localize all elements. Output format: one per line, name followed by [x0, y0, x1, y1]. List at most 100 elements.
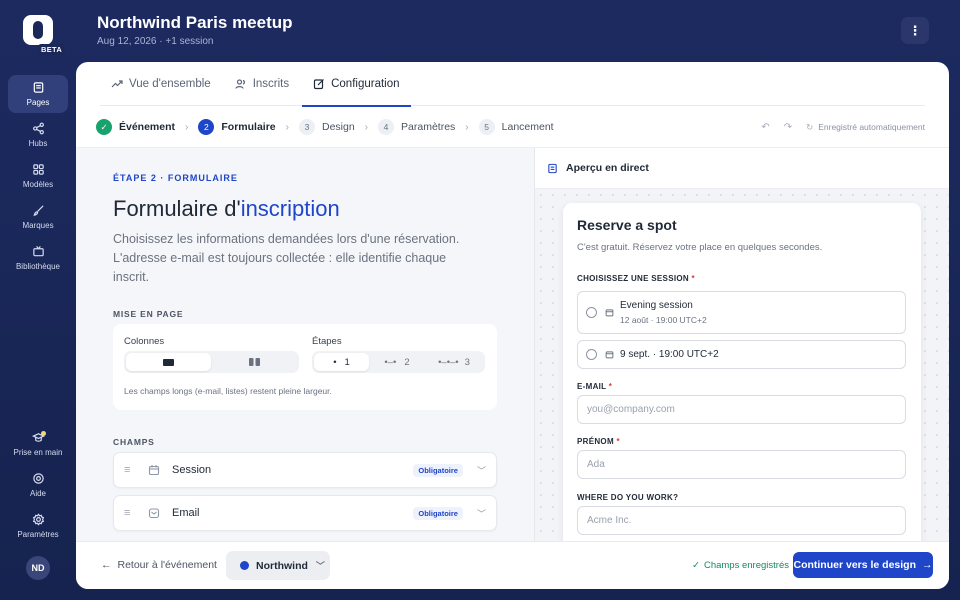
arrow-right-icon: → — [922, 559, 933, 571]
continue-to-design-button[interactable]: Continuer vers le design → — [793, 552, 933, 578]
sidebar-item-aide[interactable]: Aide — [8, 466, 68, 504]
help-icon — [32, 473, 44, 484]
step-eyebrow: ÉTAPE 2 · FORMULAIRE — [113, 173, 238, 183]
columns-toggle — [124, 351, 299, 373]
sidebar-item-bibliotheque[interactable]: Bibliothèque — [8, 239, 68, 277]
page-title: Northwind Paris meetup — [97, 13, 293, 32]
tab-configuration[interactable]: Configuration — [302, 62, 411, 107]
step-number: 2 — [198, 119, 215, 135]
required-asterisk: * — [616, 437, 620, 446]
live-preview-panel: Aperçu en direct Reserve a spot C'est gr… — [535, 148, 949, 541]
pages-icon — [33, 82, 43, 93]
sidebar-item-hubs[interactable]: Hubs — [8, 116, 68, 154]
more-vertical-icon: ⋮ — [908, 22, 922, 38]
refresh-icon: ↻ — [806, 121, 814, 132]
footer-bar: ← Retour à l'événement Northwind ﹀ ✓ Champ… — [76, 541, 949, 589]
saved-label: Champs enregistrés — [703, 560, 789, 571]
back-to-event-link[interactable]: ← Retour à l'événement — [101, 559, 217, 571]
steps-option-label: 2 — [404, 356, 410, 368]
editor-heading: Formulaire d'inscription — [113, 196, 340, 222]
steps-option-3[interactable]: •‒•‒• 3 — [425, 353, 483, 371]
label-text: CHOISISSEZ UNE SESSION — [577, 274, 689, 283]
preview-header: Aperçu en direct — [535, 148, 949, 189]
sidebar-item-label: Hubs — [28, 139, 48, 148]
sidebar-item-pages[interactable]: Pages — [8, 75, 68, 113]
steps-toggle: • 1 •‒• 2 •‒•‒• 3 — [312, 351, 485, 373]
editor-description: Choisissez les informations demandées lo… — [113, 232, 460, 284]
first-name-input[interactable]: Ada — [577, 450, 906, 479]
email-field-label: E-MAIL * — [577, 382, 612, 391]
step-parametres[interactable]: 4 Paramètres — [378, 119, 455, 135]
tv-icon — [32, 246, 44, 257]
field-row-session[interactable]: ≡ Session Obligatoire ﹀ — [113, 452, 497, 488]
steps-option-label: 3 — [464, 356, 470, 368]
chevron-right-icon: › — [465, 121, 469, 133]
tab-label: Configuration — [331, 78, 400, 90]
session-title: 9 sept. · 19:00 UTC+2 — [620, 349, 719, 360]
chevron-down-icon: ﹀ — [315, 561, 325, 571]
label-text: E-MAIL — [577, 382, 607, 391]
sidebar-item-label: Modèles — [22, 180, 54, 189]
steps-option-1[interactable]: • 1 — [314, 353, 369, 371]
tab-overview[interactable]: Vue d'ensemble — [100, 62, 222, 106]
chevron-down-icon[interactable]: ﹀ — [477, 464, 486, 477]
grid-icon — [32, 164, 44, 175]
first-name-field-label: PRÉNOM * — [577, 437, 620, 446]
preview-icon — [548, 163, 557, 173]
step-label: Événement — [119, 121, 176, 133]
more-menu-button[interactable]: ⋮ — [901, 17, 929, 44]
form-subtitle: C'est gratuit. Réservez votre place en q… — [577, 242, 823, 253]
tab-registrants[interactable]: Inscrits — [224, 62, 300, 106]
trend-icon — [111, 80, 123, 88]
avatar[interactable]: ND — [26, 556, 50, 580]
field-row-email[interactable]: ≡ Email Obligatoire ﹀ — [113, 495, 497, 531]
form-editor-panel: ÉTAPE 2 · FORMULAIRE Formulaire d'inscri… — [76, 148, 534, 541]
radio-button[interactable] — [586, 307, 597, 318]
drag-handle-icon[interactable]: ≡ — [124, 507, 140, 519]
step-dots-icon: • — [333, 356, 337, 368]
session-title: Evening session — [620, 300, 693, 311]
step-label: Paramètres — [401, 121, 456, 133]
step-label: Formulaire — [221, 121, 276, 133]
calendar-icon — [148, 465, 160, 476]
sidebar-item-prise-en-main[interactable]: Prise en main — [8, 425, 68, 463]
preview-form: Reserve a spot C'est gratuit. Réservez v… — [563, 203, 921, 541]
step-design[interactable]: 3 Design — [298, 119, 355, 135]
radio-button[interactable] — [586, 349, 597, 360]
single-column-icon — [163, 358, 174, 366]
sidebar-item-modeles[interactable]: Modèles — [8, 157, 68, 195]
steps-label: Étapes — [312, 336, 342, 347]
step-formulaire[interactable]: 2 Formulaire — [198, 119, 276, 135]
one-column-option[interactable] — [126, 353, 211, 371]
two-columns-option[interactable] — [211, 353, 297, 371]
app-logo[interactable] — [23, 15, 53, 45]
autosave-status: Enregistré automatiquement — [818, 122, 925, 132]
required-asterisk: * — [691, 274, 695, 283]
sidebar-item-label: Prise en main — [13, 448, 63, 457]
share-icon — [32, 122, 44, 135]
tab-label: Vue d'ensemble — [129, 78, 211, 90]
drag-handle-icon[interactable]: ≡ — [124, 464, 140, 476]
page-subtitle: Aug 12, 2026 · +1 session — [97, 36, 214, 47]
undo-icon[interactable]: ↶ — [761, 122, 769, 133]
brand-select[interactable]: Northwind ﹀ — [226, 551, 330, 580]
session-option-2[interactable]: 9 sept. · 19:00 UTC+2 — [577, 340, 906, 369]
session-field-label: CHOISISSEZ UNE SESSION * — [577, 274, 695, 283]
sidebar-item-marques[interactable]: Marques — [8, 198, 68, 236]
step-evenement[interactable]: ✓ Événement — [96, 119, 175, 135]
brush-icon — [32, 205, 44, 216]
step-lancement[interactable]: 5 Lancement — [478, 119, 554, 135]
sidebar-item-label: Aide — [29, 489, 46, 498]
two-columns-icon — [248, 358, 260, 366]
sidebar-item-label: Paramètres — [17, 530, 59, 539]
main-card: Vue d'ensemble Inscrits Configuration ✓ … — [76, 62, 949, 589]
session-option-1[interactable]: Evening session 12 août · 19:00 UTC+2 — [577, 291, 906, 334]
steps-option-2[interactable]: •‒• 2 — [369, 353, 425, 371]
redo-icon[interactable]: ↷ — [784, 122, 792, 133]
saved-status: ✓ Champs enregistrés — [692, 560, 789, 571]
chevron-down-icon[interactable]: ﹀ — [477, 507, 486, 520]
work-input[interactable]: Acme Inc. — [577, 506, 906, 535]
brand-color-dot — [240, 561, 249, 570]
sidebar-item-parametres[interactable]: Paramètres — [8, 507, 68, 545]
email-input[interactable]: you@company.com — [577, 395, 906, 424]
